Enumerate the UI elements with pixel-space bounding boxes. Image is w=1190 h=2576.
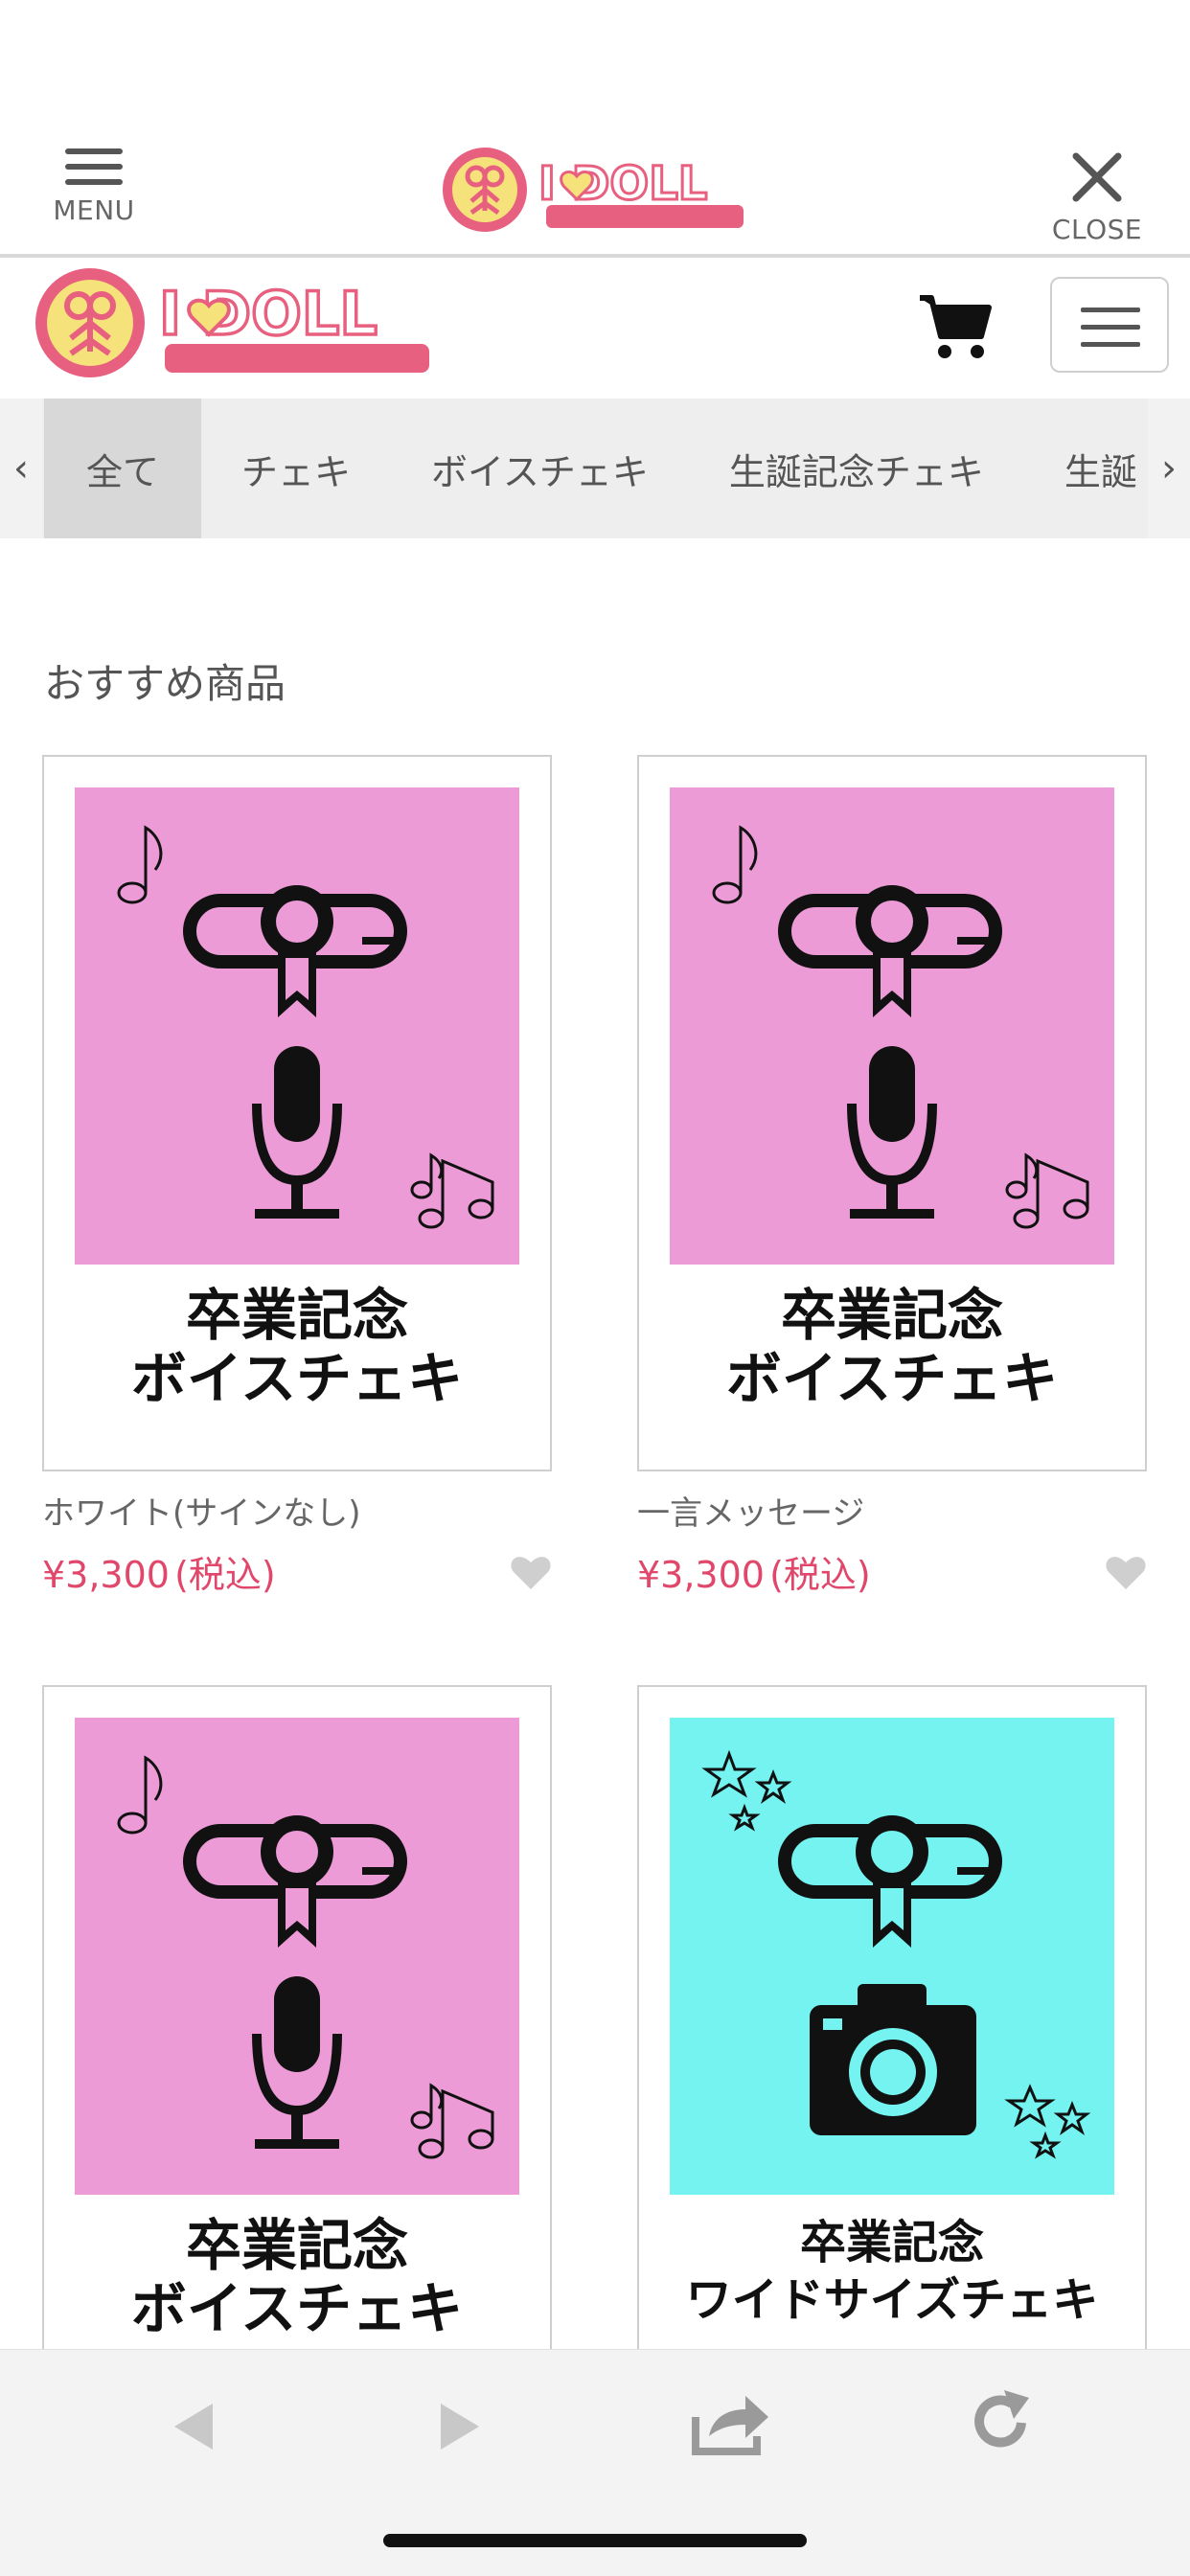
- product-image: [670, 1718, 1114, 2195]
- caption-line-1: 卒業記念: [185, 1283, 408, 1348]
- category-tabs: 全て チェキ ボイスチェキ 生誕記念チェキ 生誕: [44, 399, 1178, 538]
- close-label: CLOSE: [1051, 214, 1143, 245]
- product-caption: 卒業記念 ボイスチェキ: [44, 1284, 550, 1410]
- product-image-frame[interactable]: 卒業記念 ボイスチェキ: [637, 755, 1147, 1471]
- caption-line-2: ボイスチェキ: [130, 1346, 464, 1411]
- reload-icon[interactable]: [966, 2388, 1035, 2457]
- nav-toggle-button[interactable]: [1050, 277, 1169, 373]
- back-arrow-icon[interactable]: [169, 2398, 217, 2455]
- home-indicator: [383, 2534, 807, 2547]
- product-image-frame[interactable]: 卒業記念 ボイスチェキ: [42, 755, 552, 1471]
- caption-line-1: 卒業記念: [780, 1283, 1003, 1348]
- menu-button[interactable]: MENU: [46, 148, 142, 226]
- chevron-right-icon[interactable]: ›: [1148, 399, 1190, 538]
- camera-icon: [810, 1984, 976, 2135]
- product-card[interactable]: 卒業記念 ワイドサイズチェキ: [637, 1685, 1147, 2402]
- price-row: ¥3,300 (税込): [637, 1545, 1147, 1599]
- price-row: ¥3,300 (税込): [42, 1545, 552, 1599]
- forward-arrow-icon[interactable]: [437, 2398, 485, 2455]
- section-title: おすすめ商品: [44, 660, 286, 707]
- product-variant[interactable]: ホワイト(サインなし): [42, 1487, 552, 1534]
- idoll-logo-icon: I DOLL: [35, 268, 429, 377]
- category-tab-birthday-cheki[interactable]: 生誕記念チェキ: [689, 399, 1024, 538]
- product-card[interactable]: 卒業記念 ボイスチェキ 一言メッセージ ¥3,300 (税込): [637, 755, 1147, 1599]
- hamburger-icon: [65, 148, 123, 185]
- product-image-frame[interactable]: 卒業記念 ワイドサイズチェキ: [637, 1685, 1147, 2402]
- top-logo[interactable]: I DOLL: [443, 144, 747, 239]
- caption-line-2: ボイスチェキ: [130, 2276, 464, 2341]
- caption-line-2: ワイドサイズチェキ: [685, 2273, 1099, 2327]
- cart-icon: [920, 295, 992, 358]
- product-image: [75, 787, 519, 1265]
- product-image-frame[interactable]: 卒業記念 ボイスチェキ: [42, 1685, 552, 2402]
- site-logo[interactable]: I DOLL: [34, 267, 437, 386]
- heart-icon[interactable]: [510, 1553, 552, 1591]
- product-caption: 卒業記念 ワイドサイズチェキ: [639, 2214, 1145, 2329]
- category-tab-cheki[interactable]: チェキ: [201, 399, 391, 538]
- product-price: ¥3,300: [42, 1554, 170, 1596]
- product-caption: 卒業記念 ボイスチェキ: [44, 2214, 550, 2340]
- browser-top-bar: MENU I DOLL CLOSE: [0, 0, 1190, 258]
- menu-label: MENU: [53, 194, 135, 226]
- product-image: [75, 1718, 519, 2195]
- product-card[interactable]: 卒業記念 ボイスチェキ ホワイト(サインなし) ¥3,300 (税込): [42, 755, 552, 1599]
- category-tab-all[interactable]: 全て: [44, 399, 202, 538]
- caption-line-2: ボイスチェキ: [725, 1346, 1059, 1411]
- cart-button[interactable]: [918, 292, 993, 365]
- product-card[interactable]: 卒業記念 ボイスチェキ: [42, 1685, 552, 2402]
- heart-icon[interactable]: [1105, 1553, 1147, 1591]
- caption-line-1: 卒業記念: [185, 2213, 408, 2278]
- category-tab-voice-cheki[interactable]: ボイスチェキ: [391, 399, 689, 538]
- product-variant[interactable]: 一言メッセージ: [637, 1487, 1147, 1534]
- product-price: ¥3,300: [637, 1554, 765, 1596]
- chevron-left-icon[interactable]: ‹: [0, 399, 42, 538]
- close-button[interactable]: CLOSE: [1044, 148, 1150, 245]
- product-caption: 卒業記念 ボイスチェキ: [639, 1284, 1145, 1410]
- close-icon: [1072, 152, 1122, 202]
- idoll-logo-icon: I DOLL: [443, 148, 744, 232]
- price-tax-note: (税込): [769, 1554, 871, 1596]
- product-image: [670, 787, 1114, 1265]
- category-bar: 全て チェキ ボイスチェキ 生誕記念チェキ 生誕 ‹ ›: [0, 399, 1190, 538]
- caption-line-1: 卒業記念: [799, 2216, 984, 2269]
- site-header: I DOLL: [0, 258, 1190, 397]
- share-icon[interactable]: [690, 2388, 770, 2457]
- price-tax-note: (税込): [174, 1554, 276, 1596]
